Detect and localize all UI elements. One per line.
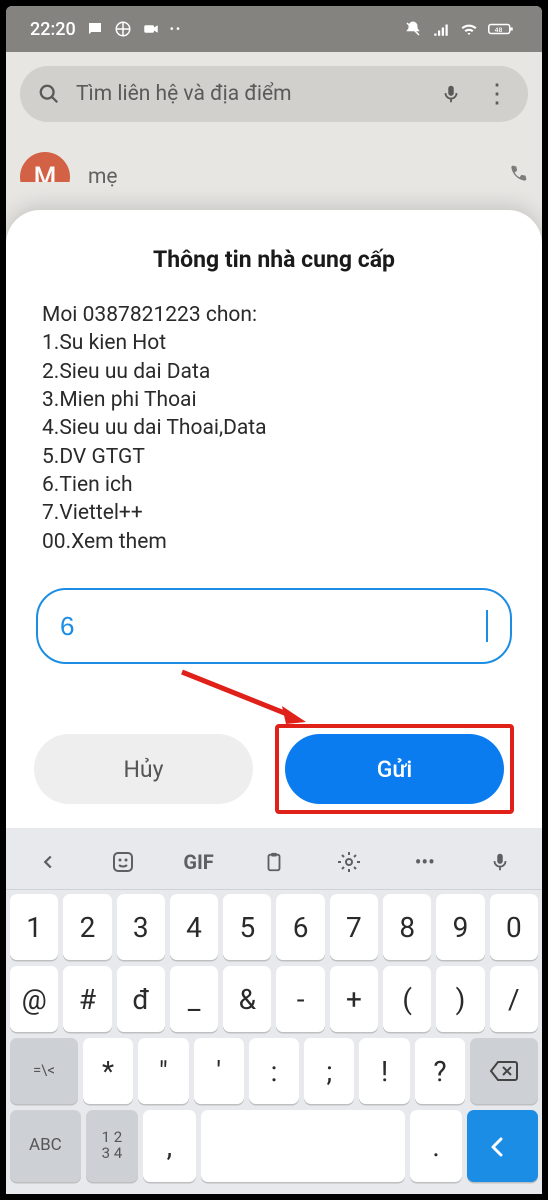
key-dstroke[interactable]: đ	[117, 966, 165, 1032]
key-hash[interactable]: #	[63, 966, 111, 1032]
key-colon[interactable]: :	[249, 1038, 299, 1104]
status-dots: ••	[170, 22, 182, 36]
ussd-dialog: Thông tin nhà cung cấp Moi 0387821223 ch…	[6, 210, 542, 850]
kb-more-button[interactable]: •••	[388, 850, 462, 874]
avatar: M	[20, 152, 70, 202]
key-numpad[interactable]: 1 2 3 4	[86, 1110, 138, 1182]
key-amp[interactable]: &	[223, 966, 271, 1032]
text-cursor	[486, 610, 488, 642]
kb-mic-icon[interactable]	[463, 851, 537, 873]
key-at[interactable]: @	[10, 966, 58, 1032]
key-0[interactable]: 0	[490, 894, 538, 960]
key-2[interactable]: 2	[63, 894, 111, 960]
key-4[interactable]: 4	[170, 894, 218, 960]
ussd-input[interactable]	[60, 611, 488, 642]
key-5[interactable]: 5	[223, 894, 271, 960]
status-bar: 22:20 •• 48	[6, 6, 542, 52]
keyboard: GIF ••• 1 2 3 4 5 6 7 8 9 0 @ # đ _ & - …	[6, 828, 542, 1194]
ussd-input-wrap[interactable]	[36, 588, 512, 664]
send-button[interactable]: Gửi	[285, 734, 504, 804]
cancel-label: Hủy	[124, 756, 164, 783]
key-squote[interactable]: '	[194, 1038, 244, 1104]
sports-icon	[114, 20, 132, 38]
mic-icon[interactable]	[440, 83, 462, 105]
kb-row-1: 1 2 3 4 5 6 7 8 9 0	[10, 894, 538, 960]
kb-row-4: ABC 1 2 3 4 , .	[10, 1110, 538, 1182]
key-plus[interactable]: +	[330, 966, 378, 1032]
signal-icon	[432, 20, 450, 38]
key-mode-abc[interactable]: ABC	[10, 1110, 81, 1182]
search-icon	[38, 83, 60, 105]
key-dquote[interactable]: "	[138, 1038, 188, 1104]
dialog-message: Moi 0387821223 chon: 1.Su kien Hot 2.Sie…	[42, 301, 506, 556]
key-enter[interactable]	[467, 1110, 538, 1182]
key-slash[interactable]: /	[490, 966, 538, 1032]
mute-icon	[404, 20, 422, 38]
key-9[interactable]: 9	[436, 894, 484, 960]
more-icon[interactable]: ⋮	[484, 79, 510, 109]
kb-collapse-icon[interactable]	[11, 851, 85, 873]
status-time: 22:20	[30, 19, 76, 40]
key-rparen[interactable]: )	[436, 966, 484, 1032]
kb-row-3: =\< * " ' : ; ! ?	[10, 1038, 538, 1104]
battery-icon: 48	[488, 20, 518, 38]
annotation-highlight: Gửi	[275, 724, 514, 814]
kb-clipboard-icon[interactable]	[237, 851, 311, 873]
svg-text:48: 48	[495, 26, 503, 34]
key-lparen[interactable]: (	[383, 966, 431, 1032]
contact-name: mẹ	[88, 165, 118, 189]
key-underscore[interactable]: _	[170, 966, 218, 1032]
search-placeholder: Tìm liên hệ và địa điểm	[76, 82, 292, 106]
key-6[interactable]: 6	[276, 894, 324, 960]
key-exclaim[interactable]: !	[359, 1038, 409, 1104]
key-8[interactable]: 8	[383, 894, 431, 960]
key-space[interactable]	[201, 1110, 405, 1182]
kb-sticker-icon[interactable]	[86, 850, 160, 874]
camera-icon	[142, 20, 160, 38]
annotation-arrow	[34, 670, 514, 720]
key-3[interactable]: 3	[117, 894, 165, 960]
key-star[interactable]: *	[83, 1038, 133, 1104]
keyboard-toolbar: GIF •••	[6, 834, 542, 890]
send-label: Gửi	[377, 756, 413, 783]
search-bar[interactable]: Tìm liên hệ và địa điểm ⋮	[20, 66, 528, 122]
key-semicolon[interactable]: ;	[304, 1038, 354, 1104]
key-minus[interactable]: -	[276, 966, 324, 1032]
key-comma[interactable]: ,	[143, 1110, 195, 1182]
kb-settings-icon[interactable]	[312, 850, 386, 874]
key-backspace[interactable]	[470, 1038, 538, 1104]
phone-icon[interactable]	[508, 164, 528, 190]
kb-gif-button[interactable]: GIF	[162, 850, 236, 874]
contact-row[interactable]: M mẹ	[20, 152, 528, 202]
key-1[interactable]: 1	[10, 894, 58, 960]
message-icon	[86, 20, 104, 38]
key-7[interactable]: 7	[330, 894, 378, 960]
dialog-title: Thông tin nhà cung cấp	[34, 246, 514, 273]
key-question[interactable]: ?	[415, 1038, 465, 1104]
cancel-button[interactable]: Hủy	[34, 734, 253, 804]
key-period[interactable]: .	[410, 1110, 462, 1182]
key-symshift[interactable]: =\<	[10, 1038, 78, 1104]
kb-row-2: @ # đ _ & - + ( ) /	[10, 966, 538, 1032]
wifi-icon	[460, 20, 478, 38]
